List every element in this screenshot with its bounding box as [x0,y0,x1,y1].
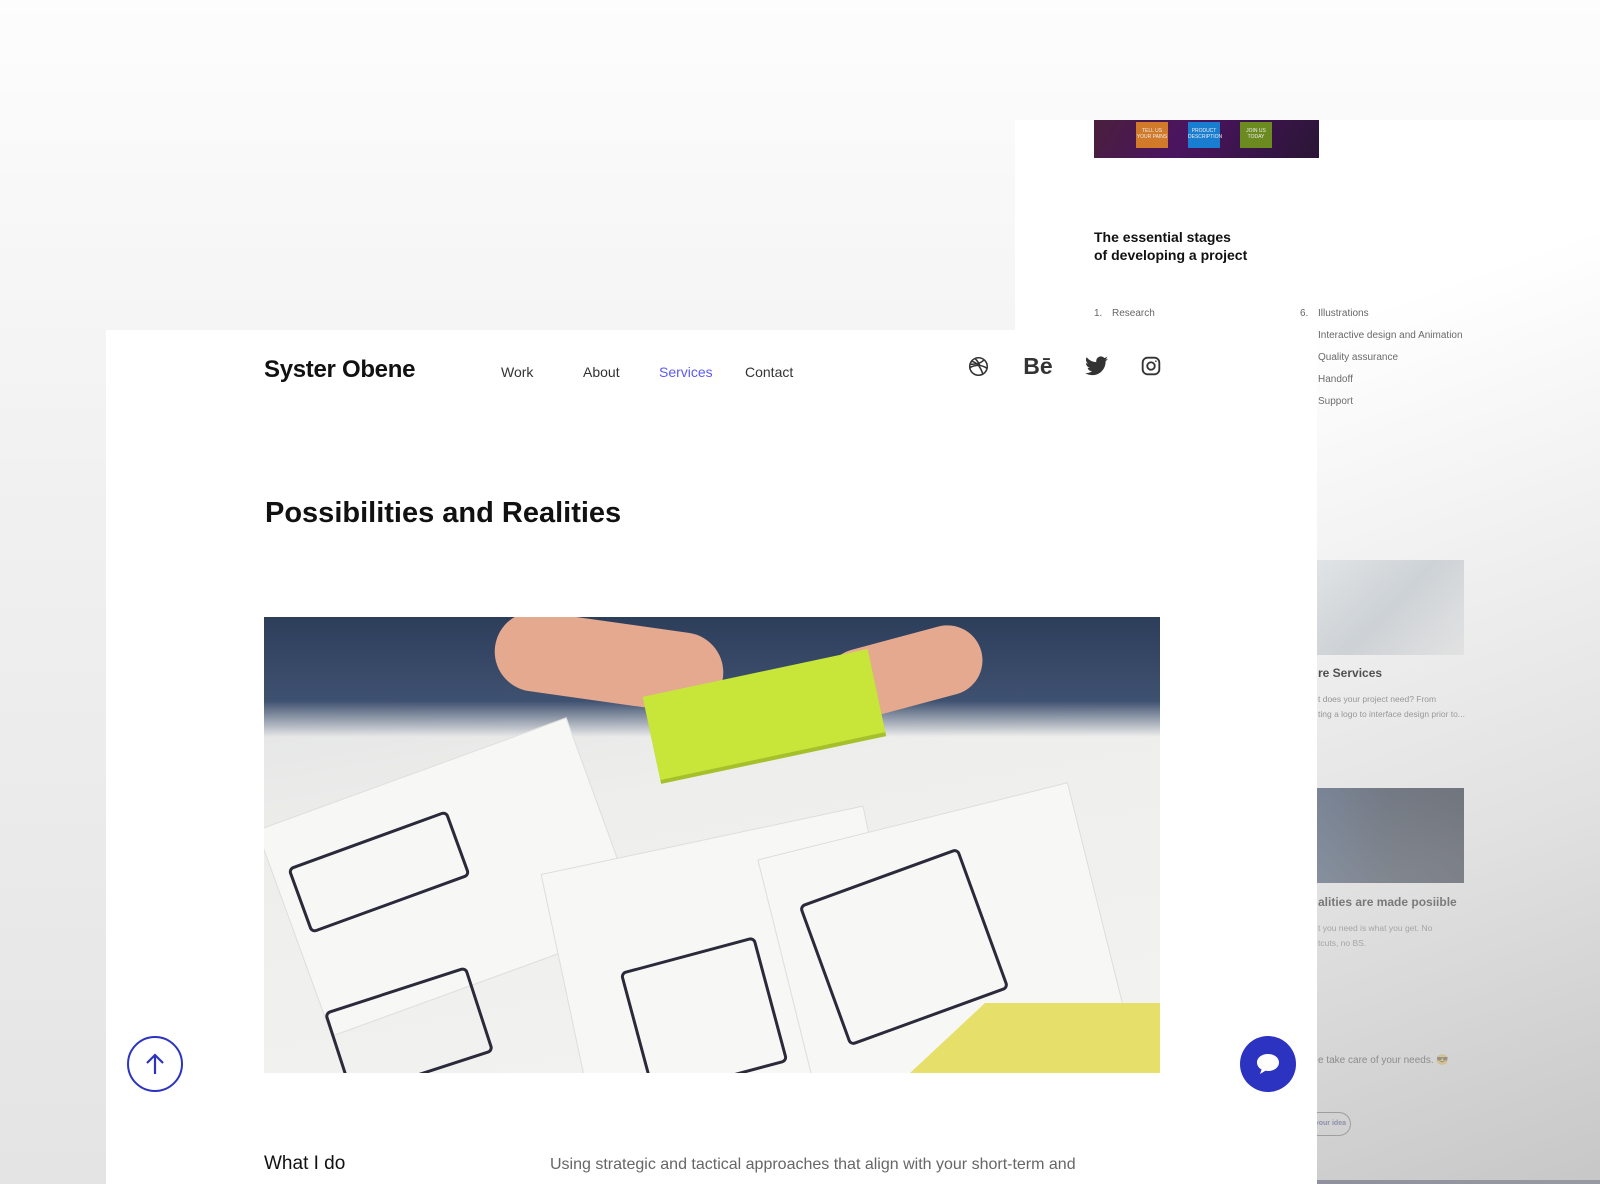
nav-services[interactable]: Services [659,364,713,380]
site-logo[interactable]: Syster Obene [264,356,415,384]
chat-bubble-icon [1257,1054,1279,1074]
card-title: alities are made posiible [1318,895,1457,909]
stage-item: 6. Illustrations [1300,308,1369,319]
card-title: re Services [1318,666,1383,680]
section-label: What I do [264,1153,346,1174]
section-text: Using strategic and tactical approaches … [550,1156,1076,1173]
stage-item: Quality assurance [1318,352,1399,363]
arrow-up-icon [146,1053,164,1074]
behance-icon[interactable]: Bē [1018,352,1058,380]
stage-item: 1. Research [1094,308,1155,319]
card-text: t you need is what you get. No tcuts, no … [1318,923,1433,948]
stage-item: Handoff [1318,374,1353,385]
footer-bar [1317,1180,1600,1184]
scroll-to-top-button[interactable] [127,1036,183,1092]
chat-button[interactable] [1240,1036,1296,1092]
hero-photo-sketches [264,617,1160,1073]
main-page: Syster Obene Work About Services Contact… [106,330,1317,1184]
banner-step: PRODUCT DESCRIPTION [1188,122,1222,148]
tagline: e take care of your needs. 😎 [1318,1055,1449,1066]
nav-work[interactable]: Work [501,364,533,380]
stage-item: Interactive design and Animation [1318,330,1463,341]
card-text: t does your project need? From ting a log… [1318,694,1465,719]
instagram-icon[interactable] [1137,352,1165,380]
services-card-image [1317,560,1464,655]
process-banner-image: TELL US YOUR PAINS PRODUCT DESCRIPTION J… [1094,120,1319,158]
banner-step: JOIN US TODAY [1240,122,1272,148]
nav-contact[interactable]: Contact [745,364,793,380]
stages-title: The essential stages of developing a proj… [1094,229,1248,263]
dribbble-icon[interactable] [964,352,992,380]
page-title: Possibilities and Realities [265,497,622,529]
twitter-icon[interactable] [1082,352,1110,380]
banner-step: TELL US YOUR PAINS [1136,122,1168,148]
vr-card-image [1317,788,1464,883]
nav-about[interactable]: About [583,364,620,380]
stage-item: Support [1318,396,1354,407]
